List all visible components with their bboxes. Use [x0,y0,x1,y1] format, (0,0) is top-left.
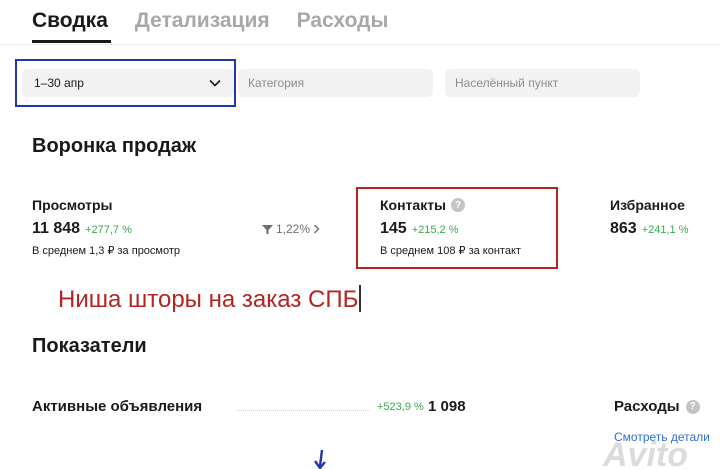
tab-expenses[interactable]: Расходы [297,8,389,34]
favorites-label: Избранное [610,197,685,213]
text-caret [359,285,361,312]
active-listings-delta: +523,9 % [377,401,424,413]
views-value: 11 848 [32,220,81,237]
views-average: В среднем 1,3 ₽ за просмотр [32,245,181,257]
favorites-value: 863 [610,220,637,237]
dotted-leader [237,410,370,411]
metric-favorites: Избранное 863 +241,1 % [610,196,689,238]
tabs-bar: Сводка Детализация Расходы [32,8,388,34]
views-delta: +277,7 % [85,224,132,236]
tabs-divider [0,44,720,45]
indicators-title: Показатели [32,335,147,357]
contacts-highlight [356,187,558,269]
favorites-delta: +241,1 % [641,224,689,236]
city-placeholder: Населённый пункт [455,76,559,90]
active-listings-label: Активные объявления [32,398,203,415]
favorites-value-row: 863 +241,1 % [610,220,689,238]
expenses-label-row: Расходы ? [614,398,700,415]
views-value-row: 11 848 +277,7 % [32,220,180,238]
active-tab-indicator [32,40,111,43]
funnel-title: Воронка продаж [32,135,197,157]
expenses-help-icon[interactable]: ? [685,399,700,414]
annotation-text: Ниша шторы на заказ СПБ [58,285,361,314]
metric-views: Просмотры 11 848 +277,7 % В среднем 1,3 … [32,196,180,257]
category-placeholder: Категория [248,76,305,90]
annotation-label: Ниша шторы на заказ СПБ [58,286,359,313]
date-filter-highlight [15,59,236,107]
conversion-rate[interactable]: 1,22% [262,222,320,236]
views-label: Просмотры [32,197,113,213]
city-select[interactable]: Населённый пункт [445,69,640,97]
expenses-label: Расходы [614,398,680,415]
funnel-icon [262,224,273,234]
active-listings-value: 1 098 [428,398,466,415]
conversion-value: 1,22% [276,222,311,236]
watermark: Avito [603,436,688,469]
tab-details[interactable]: Детализация [135,8,270,34]
arrow-down-icon [314,449,326,469]
chevron-right-icon [314,224,320,234]
category-select[interactable]: Категория [238,69,433,97]
tab-summary[interactable]: Сводка [32,8,108,34]
